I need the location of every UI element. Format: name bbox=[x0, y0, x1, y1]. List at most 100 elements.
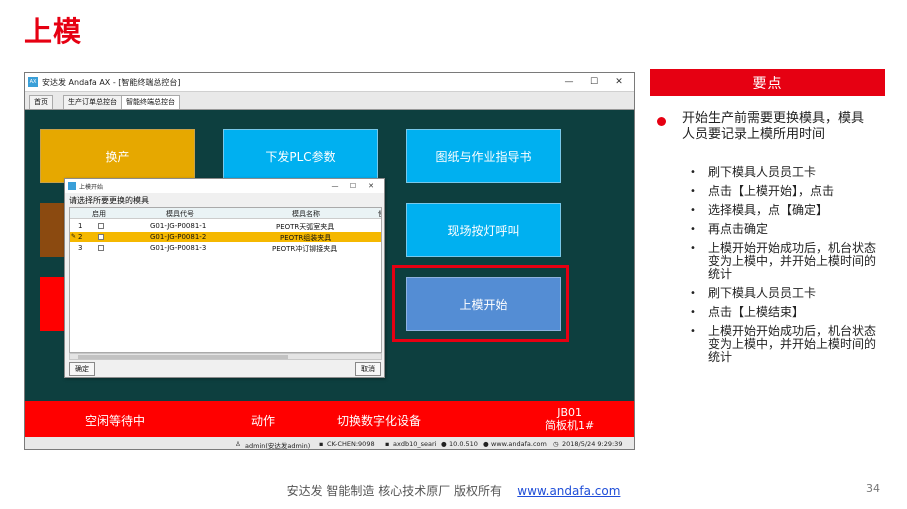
dialog-title: 上模开始 bbox=[79, 184, 104, 191]
list-item: • 再点击确定 bbox=[686, 223, 876, 236]
host-icon: ▪ bbox=[319, 440, 324, 448]
column-mold-name[interactable]: 模具名称 bbox=[292, 209, 320, 219]
slide-title: 上模 bbox=[24, 15, 83, 48]
switch-device-button[interactable]: 切换数字化设备 bbox=[337, 412, 421, 429]
list-item: • 刷下模具人员员工卡 bbox=[686, 166, 876, 179]
change-product-button[interactable]: 换产 bbox=[40, 129, 195, 183]
drawings-button[interactable]: 图纸与作业指导书 bbox=[406, 129, 561, 183]
row-checkbox[interactable] bbox=[98, 234, 104, 240]
window-titlebar: AX 安达发 Andafa AX - [智能终端总控台] — ☐ ✕ bbox=[25, 73, 634, 92]
mold-grid: 启用 模具代号 模具名称 使 1 G01-JG-P0081-1 PEOTR天弧室… bbox=[69, 207, 382, 353]
bullet-icon: • bbox=[690, 307, 696, 318]
dialog-prompt: 请选择所要更换的模具 bbox=[69, 196, 149, 205]
close-icon[interactable]: ✕ bbox=[607, 75, 631, 89]
scrollbar-thumb[interactable] bbox=[78, 355, 288, 359]
tab-terminal-console[interactable]: 智能终端总控台 bbox=[121, 95, 180, 109]
status-host: CK-CHEN:9098 bbox=[327, 440, 375, 448]
status-bar: ♙ admin(安达发admin) ▪ CK-CHEN:9098 ▪ axdb1… bbox=[25, 437, 634, 450]
page-number: 34 bbox=[866, 482, 880, 495]
app-window: AX 安达发 Andafa AX - [智能终端总控台] — ☐ ✕ 首页 生产… bbox=[24, 72, 635, 450]
andon-call-button[interactable]: 现场按灯呼叫 bbox=[406, 203, 561, 257]
dialog-minimize-icon[interactable]: — bbox=[328, 180, 342, 192]
ok-button[interactable]: 确定 bbox=[69, 362, 95, 376]
sub-point-text: 选择模具，点【确定】 bbox=[708, 203, 829, 217]
bullet-icon: • bbox=[690, 186, 696, 197]
list-item: • 点击【上模开始】，点击 bbox=[686, 185, 876, 198]
tab-bar: 首页 生产订单总控台 智能终端总控台 bbox=[25, 92, 634, 110]
list-item: • 点击【上模结束】 bbox=[686, 306, 876, 319]
sub-point-text: 再点击确定 bbox=[708, 222, 769, 236]
action-button[interactable]: 动作 bbox=[251, 412, 275, 429]
status-banner: 空闲等待中 动作 切换数字化设备 JB01 简板机1# bbox=[25, 401, 634, 437]
app-logo-icon: AX bbox=[28, 77, 38, 87]
row-number: 1 bbox=[78, 222, 83, 230]
user-icon: ♙ bbox=[235, 440, 241, 448]
list-item: • 刷下模具人员员工卡 bbox=[686, 287, 876, 300]
mold-code: G01-JG-P0081-3 bbox=[150, 244, 207, 252]
machine-info: JB01 简板机1# bbox=[545, 406, 594, 432]
status-user: admin(安达发admin) bbox=[245, 442, 311, 450]
column-enabled[interactable]: 启用 bbox=[92, 209, 106, 219]
table-row[interactable]: 3 G01-JG-P0081-3 PEOTR冲订铆接夹具 bbox=[70, 243, 381, 253]
status-website: www.andafa.com bbox=[491, 440, 547, 448]
mold-name: PEOTR组装夹具 bbox=[280, 234, 332, 242]
bullet-icon: • bbox=[690, 224, 696, 235]
horizontal-scrollbar[interactable] bbox=[69, 353, 382, 360]
sub-point-text: 点击【上模结束】 bbox=[708, 305, 805, 319]
main-point: 开始生产前需要更换模具，模具人员要记录上模所用时间 bbox=[682, 111, 865, 142]
dialog-app-icon bbox=[68, 182, 76, 190]
bullet-icon: • bbox=[690, 288, 696, 299]
panel-header: 要点 bbox=[650, 69, 885, 96]
tab-order-console[interactable]: 生产订单总控台 bbox=[63, 95, 122, 109]
bullet-dot-icon bbox=[657, 117, 666, 126]
dialog-close-icon[interactable]: ✕ bbox=[364, 180, 378, 192]
mold-start-highlight bbox=[392, 265, 569, 342]
table-row[interactable]: 1 G01-JG-P0081-1 PEOTR天弧室夹具 bbox=[70, 221, 381, 231]
column-mold-code[interactable]: 模具代号 bbox=[166, 209, 194, 219]
tab-home[interactable]: 首页 bbox=[29, 95, 53, 109]
row-pointer-icon: ✎ bbox=[71, 233, 77, 240]
footer-text: 安达发 智能制造 核心技术原厂 版权所有 bbox=[286, 484, 503, 498]
status-ip: 10.0.510 bbox=[449, 440, 478, 448]
row-checkbox[interactable] bbox=[98, 223, 104, 229]
globe-icon: ● bbox=[483, 440, 489, 448]
idle-status: 空闲等待中 bbox=[85, 414, 146, 428]
clock-icon: ◷ bbox=[553, 440, 559, 448]
mold-code: G01-JG-P0081-2 bbox=[150, 233, 207, 241]
column-more[interactable]: 使 bbox=[378, 209, 381, 219]
bullet-icon: • bbox=[690, 326, 696, 337]
minimize-icon[interactable]: — bbox=[557, 75, 581, 89]
sub-point-text: 点击【上模开始】，点击 bbox=[708, 184, 835, 198]
list-item: • 上模开始开始成功后，机台状态变为上模中，并开始上模时间的统计 bbox=[686, 242, 876, 281]
grid-header: 启用 模具代号 模具名称 使 bbox=[70, 208, 381, 219]
table-row-selected[interactable]: ✎ 2 G01-JG-P0081-2 PEOTR组装夹具 bbox=[70, 232, 381, 242]
window-title: 安达发 Andafa AX - [智能终端总控台] bbox=[42, 78, 181, 87]
row-checkbox[interactable] bbox=[98, 245, 104, 251]
mold-select-dialog: 上模开始 — ☐ ✕ 请选择所要更换的模具 启用 模具代号 模具名称 使 1 G… bbox=[64, 178, 385, 378]
dialog-maximize-icon[interactable]: ☐ bbox=[346, 180, 360, 192]
machine-name: 简板机1# bbox=[545, 419, 595, 432]
cancel-button[interactable]: 取消 bbox=[355, 362, 381, 376]
network-icon: ● bbox=[441, 440, 447, 448]
sub-point-text: 刷下模具人员员工卡 bbox=[708, 286, 817, 300]
footer: 安达发 智能制造 核心技术原厂 版权所有 www.andafa.com bbox=[0, 482, 907, 499]
row-number: 3 bbox=[78, 244, 83, 252]
plc-params-button[interactable]: 下发PLC参数 bbox=[223, 129, 378, 183]
status-datetime: 2018/5/24 9:29:39 bbox=[562, 440, 623, 448]
bullet-icon: • bbox=[690, 167, 696, 178]
sub-point-text: 上模开始开始成功后，机台状态变为上模中，并开始上模时间的统计 bbox=[708, 324, 877, 364]
bullet-icon: • bbox=[690, 243, 696, 254]
list-item: • 选择模具，点【确定】 bbox=[686, 204, 876, 217]
sub-point-text: 上模开始开始成功后，机台状态变为上模中，并开始上模时间的统计 bbox=[708, 241, 877, 281]
mold-name: PEOTR冲订铆接夹具 bbox=[272, 245, 338, 253]
list-item: • 上模开始开始成功后，机台状态变为上模中，并开始上模时间的统计 bbox=[686, 325, 876, 364]
machine-code: JB01 bbox=[557, 406, 582, 419]
row-number: 2 bbox=[78, 233, 83, 241]
maximize-icon[interactable]: ☐ bbox=[582, 75, 606, 89]
bullet-icon: • bbox=[690, 205, 696, 216]
footer-link[interactable]: www.andafa.com bbox=[517, 484, 620, 498]
sub-points-list: • 刷下模具人员员工卡 • 点击【上模开始】，点击 • 选择模具，点【确定】 • 再点击… bbox=[686, 166, 876, 370]
mold-code: G01-JG-P0081-1 bbox=[150, 222, 207, 230]
sub-point-text: 刷下模具人员员工卡 bbox=[708, 165, 817, 179]
status-database: axdb10_seari bbox=[393, 440, 437, 448]
